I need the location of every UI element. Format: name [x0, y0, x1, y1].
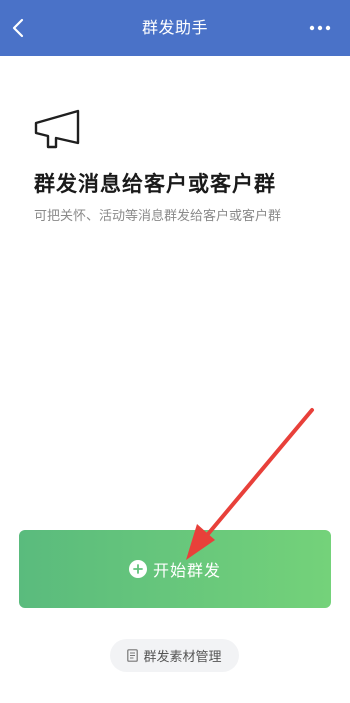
start-broadcast-label: 开始群发	[152, 561, 221, 580]
material-management-label: 群发素材管理	[143, 650, 222, 665]
intro-headline: 群发消息给客户或客户群	[34, 172, 276, 196]
megaphone-icon	[34, 109, 80, 149]
more-button[interactable]	[296, 0, 344, 56]
back-button[interactable]	[0, 0, 36, 56]
page-title: 群发助手	[141, 18, 208, 37]
nav-bar: 群发助手	[0, 0, 350, 56]
document-icon	[127, 649, 139, 662]
plus-circle-icon	[128, 560, 147, 578]
more-dots-icon	[309, 25, 331, 31]
intro-description: 可把关怀、活动等消息群发给客户或客户群	[34, 209, 282, 224]
material-management-button[interactable]: 群发素材管理	[110, 639, 239, 672]
chevron-left-icon	[12, 18, 24, 38]
start-broadcast-button[interactable]: 开始群发	[19, 530, 331, 608]
